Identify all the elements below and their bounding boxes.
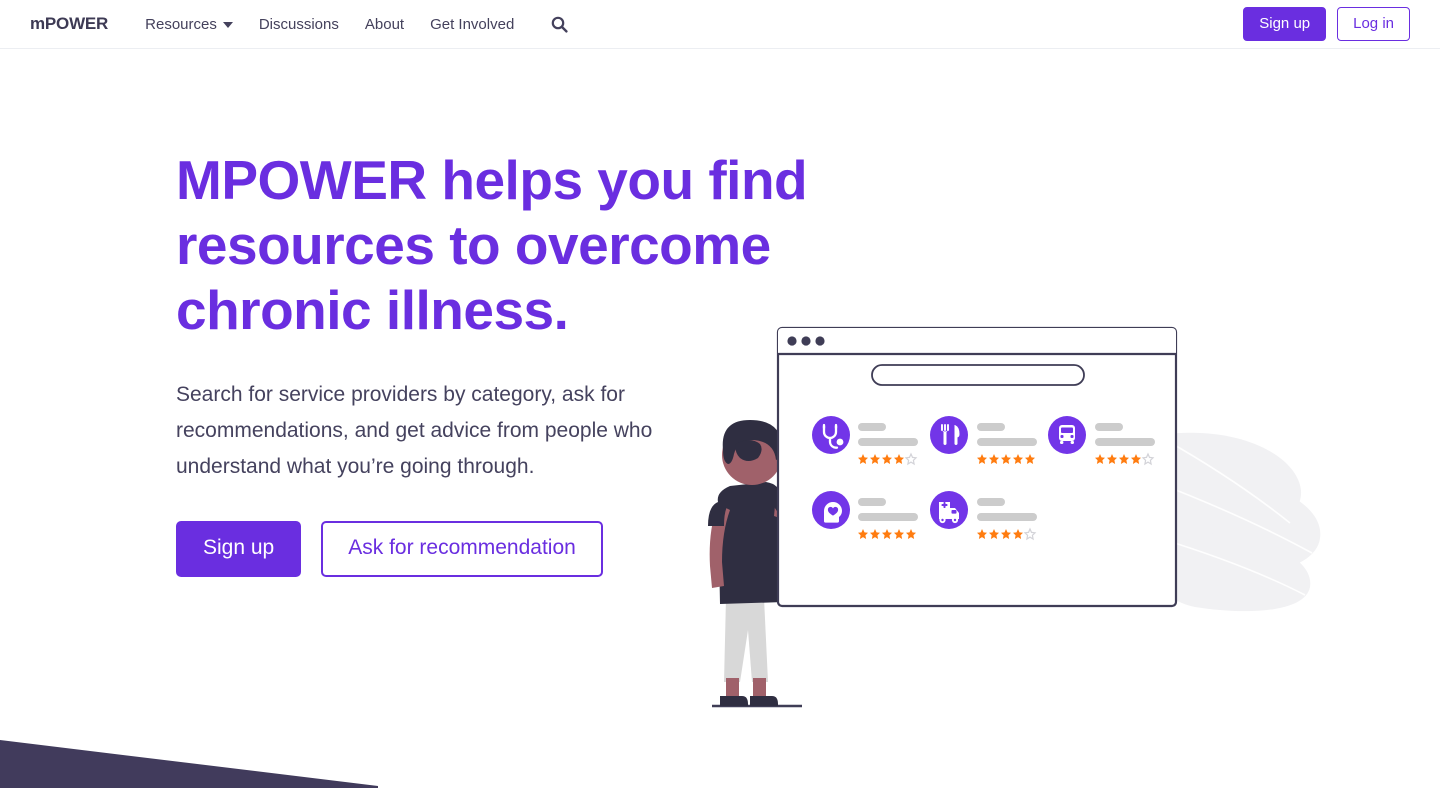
person-pants bbox=[724, 598, 768, 682]
card-title-bar bbox=[977, 423, 1005, 431]
nav-item-about[interactable]: About bbox=[352, 17, 417, 32]
card-title-bar bbox=[1095, 423, 1123, 431]
hero-signup-button[interactable]: Sign up bbox=[176, 521, 302, 577]
nav-item-resources[interactable]: Resources bbox=[132, 17, 246, 32]
search-icon bbox=[551, 16, 568, 33]
nav-item-resources-label: Resources bbox=[145, 15, 217, 33]
nav-links: Resources Discussions About Get Involved bbox=[132, 16, 578, 33]
nav-item-get-involved[interactable]: Get Involved bbox=[417, 17, 527, 32]
nav-item-discussions-label: Discussions bbox=[258, 15, 339, 33]
nav-item-get-involved-label: Get Involved bbox=[430, 15, 515, 33]
card-desc-bar bbox=[977, 513, 1037, 521]
card-desc-bar bbox=[977, 438, 1037, 446]
chevron-down-icon bbox=[222, 22, 233, 28]
brand-logo[interactable]: mPOWER bbox=[30, 14, 108, 34]
card-title-bar bbox=[977, 498, 1005, 506]
top-navbar: mPOWER Resources Discussions About Get I… bbox=[0, 0, 1440, 49]
card-icon-bg bbox=[930, 416, 968, 454]
card-title-bar bbox=[858, 423, 886, 431]
person-ankle-right bbox=[753, 678, 766, 696]
person-shoe-left bbox=[720, 696, 748, 706]
hero-cta-row: Sign up Ask for recommendation bbox=[176, 521, 856, 577]
person-shoe-right bbox=[750, 696, 778, 706]
nav-item-discussions[interactable]: Discussions bbox=[246, 17, 352, 32]
card-title-bar bbox=[858, 498, 886, 506]
bottom-wedge-decoration bbox=[0, 740, 378, 788]
hero-subtitle: Search for service providers by category… bbox=[176, 383, 653, 478]
mock-search-input bbox=[871, 364, 1085, 386]
search-button[interactable] bbox=[541, 16, 578, 33]
page-title: MPOWER helps you find resources to overc… bbox=[176, 149, 808, 341]
card-desc-bar bbox=[858, 513, 918, 521]
person-ankle-left bbox=[726, 678, 739, 696]
card-desc-bar bbox=[858, 438, 918, 446]
hero-section: MPOWER helps you find resources to overc… bbox=[176, 148, 856, 577]
card-desc-bar bbox=[1095, 438, 1155, 446]
landing-page: mPOWER Resources Discussions About Get I… bbox=[0, 0, 1440, 788]
hero-ask-recommendation-button[interactable]: Ask for recommendation bbox=[321, 521, 603, 577]
nav-auth-actions: Sign up Log in bbox=[1243, 7, 1410, 41]
nav-item-about-label: About bbox=[364, 15, 405, 33]
nav-login-button[interactable]: Log in bbox=[1337, 7, 1410, 41]
nav-signup-button[interactable]: Sign up bbox=[1243, 7, 1327, 41]
